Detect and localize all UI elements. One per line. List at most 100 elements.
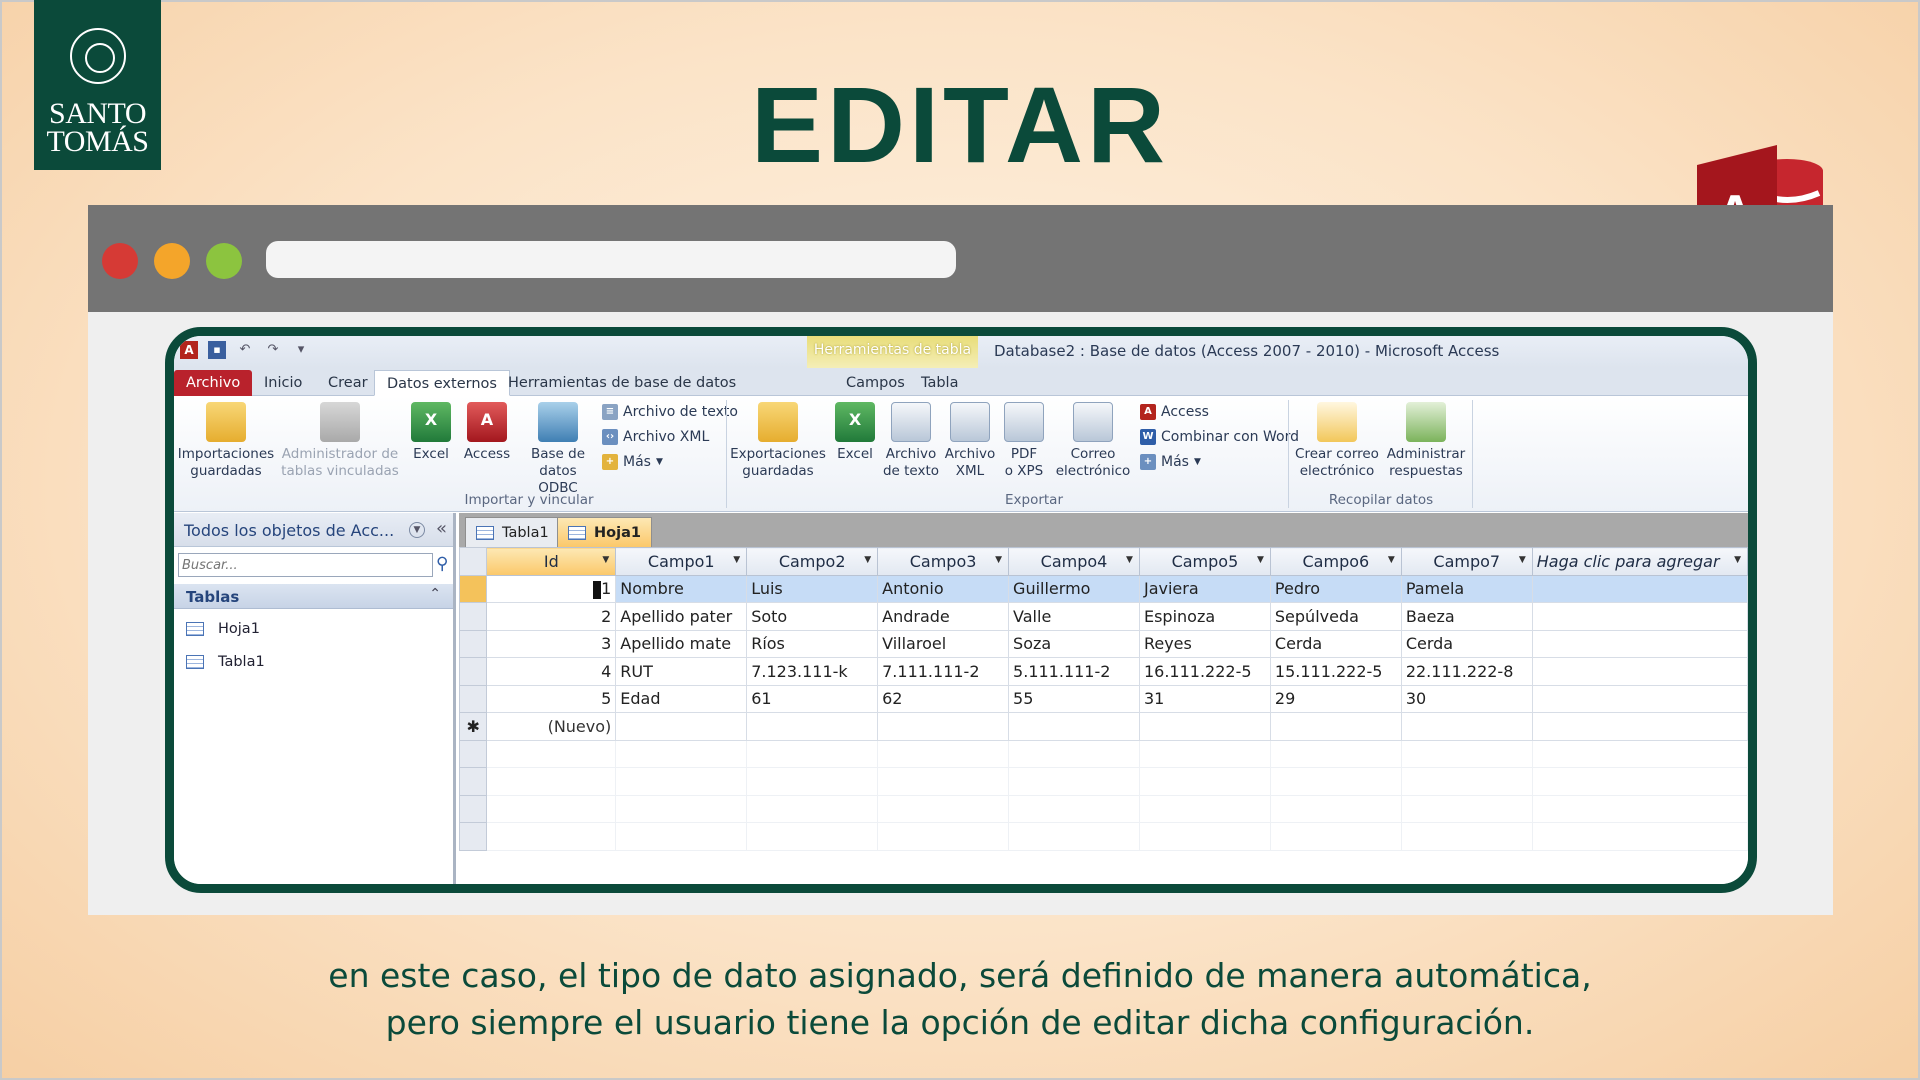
table-cell[interactable]: 5.111.111-2 [1008, 657, 1140, 686]
table-cell[interactable] [1008, 712, 1140, 741]
table-cell[interactable] [746, 712, 879, 741]
table-cell[interactable] [1531, 574, 1748, 603]
import-xml-file-button[interactable]: ‹› Archivo XML [602, 429, 709, 445]
table-cell[interactable] [1531, 657, 1748, 686]
table-cell[interactable]: 62 [877, 684, 1010, 713]
undo-icon[interactable]: ↶ [236, 341, 254, 359]
table-cell[interactable]: 16.111.222-5 [1138, 657, 1271, 686]
id-cell[interactable]: 1 [486, 574, 617, 603]
linked-tables-manager-button[interactable]: Administrador de tablas vinculadas [278, 402, 402, 480]
address-bar[interactable] [266, 241, 956, 278]
new-record-marker[interactable]: ✱ [458, 712, 488, 741]
export-xml-button[interactable]: Archivo XML [944, 402, 996, 480]
new-record-label[interactable]: (Nuevo) [486, 712, 617, 741]
column-header-campo3[interactable]: Campo3 ▼ [877, 547, 1010, 576]
nav-pane-header[interactable]: Todos los objetos de Acc... ▼ « [174, 513, 453, 547]
chevron-down-icon[interactable]: ▼ [864, 555, 871, 565]
table-cell[interactable]: 7.123.111-k [746, 657, 879, 686]
id-cell[interactable]: 4 [486, 657, 617, 686]
chevron-down-icon[interactable]: ▼ [1257, 555, 1264, 565]
table-cell[interactable]: Javiera [1138, 574, 1271, 603]
table-cell[interactable]: Luis [746, 574, 879, 603]
tab-tabla[interactable]: Tabla [909, 370, 970, 396]
manage-replies-button[interactable]: Administrar respuestas [1384, 402, 1468, 480]
id-cell[interactable]: 2 [486, 602, 617, 631]
collapse-pane-icon[interactable]: « [436, 518, 447, 539]
tab-herramientas-bd[interactable]: Herramientas de base de datos [496, 370, 748, 396]
row-selector[interactable] [458, 574, 488, 603]
word-merge-button[interactable]: W Combinar con Word [1140, 429, 1299, 445]
table-cell[interactable]: 30 [1400, 684, 1533, 713]
column-header-campo2[interactable]: Campo2 ▼ [746, 547, 879, 576]
collapse-group-icon[interactable]: ⌃ [429, 586, 441, 602]
table-cell[interactable] [615, 712, 748, 741]
table-cell[interactable]: Cerda [1400, 629, 1533, 658]
chevron-down-icon[interactable]: ▼ [1519, 555, 1526, 565]
table-cell[interactable]: Soza [1008, 629, 1140, 658]
table-cell[interactable]: Espinoza [1138, 602, 1271, 631]
table-cell[interactable]: Nombre [615, 574, 748, 603]
table-cell[interactable]: 7.111.111-2 [877, 657, 1010, 686]
tab-archivo[interactable]: Archivo [174, 370, 253, 396]
minimize-window-button[interactable] [154, 243, 190, 279]
email-export-button[interactable]: Correo electrónico [1052, 402, 1134, 480]
nav-item-tabla1[interactable]: Tabla1 [186, 650, 265, 674]
doc-tab-tabla1[interactable]: Tabla1 [465, 517, 560, 547]
table-cell[interactable] [1138, 712, 1271, 741]
id-cell[interactable]: 3 [486, 629, 617, 658]
column-header-campo6[interactable]: Campo6 ▼ [1269, 547, 1402, 576]
import-text-file-button[interactable]: ≡ Archivo de texto [602, 404, 738, 420]
tab-datos-externos[interactable]: Datos externos [374, 370, 510, 396]
chevron-down-icon[interactable]: ▼ [995, 555, 1002, 565]
tab-inicio[interactable]: Inicio [252, 370, 314, 396]
column-header-campo7[interactable]: Campo7 ▼ [1400, 547, 1533, 576]
table-cell[interactable] [877, 712, 1010, 741]
import-odbc-button[interactable]: Base de datos ODBC [520, 402, 596, 497]
table-cell[interactable]: Valle [1008, 602, 1140, 631]
customize-toolbar-icon[interactable]: ▾ [292, 341, 310, 359]
table-cell[interactable]: Baeza [1400, 602, 1533, 631]
table-cell[interactable]: Cerda [1269, 629, 1402, 658]
column-header-id[interactable]: Id ▼ [486, 547, 617, 576]
row-selector[interactable] [458, 602, 488, 631]
table-cell[interactable] [1269, 712, 1402, 741]
export-pdf-button[interactable]: PDF o XPS [1000, 402, 1048, 480]
table-cell[interactable]: 22.111.222-8 [1400, 657, 1533, 686]
add-field-column-header[interactable]: Haga clic para agregar ▼ [1531, 547, 1748, 576]
maximize-window-button[interactable] [206, 243, 242, 279]
table-cell[interactable]: 29 [1269, 684, 1402, 713]
table-cell[interactable]: Villaroel [877, 629, 1010, 658]
table-cell[interactable] [1400, 712, 1533, 741]
saved-imports-button[interactable]: Importaciones guardadas [176, 402, 276, 480]
table-cell[interactable]: 31 [1138, 684, 1271, 713]
chevron-down-icon[interactable]: ▼ [1126, 555, 1133, 565]
table-cell[interactable] [1531, 602, 1748, 631]
column-header-campo5[interactable]: Campo5 ▼ [1138, 547, 1271, 576]
access-app-icon[interactable]: A [180, 341, 198, 359]
redo-icon[interactable]: ↷ [264, 341, 282, 359]
table-cell[interactable]: Pamela [1400, 574, 1533, 603]
save-icon[interactable]: ▪ [208, 341, 226, 359]
table-cell[interactable]: Apellido pater [615, 602, 748, 631]
table-cell[interactable]: 55 [1008, 684, 1140, 713]
table-cell[interactable]: Guillermo [1008, 574, 1140, 603]
chevron-down-icon[interactable]: ▼ [733, 555, 740, 565]
nav-item-hoja1[interactable]: Hoja1 [186, 617, 260, 641]
table-cell[interactable] [1531, 712, 1748, 741]
table-cell[interactable]: 61 [746, 684, 879, 713]
close-window-button[interactable] [102, 243, 138, 279]
doc-tab-hoja1[interactable]: Hoja1 [557, 517, 652, 547]
table-cell[interactable]: Apellido mate [615, 629, 748, 658]
nav-menu-chevron-icon[interactable]: ▼ [409, 522, 425, 538]
select-all-corner[interactable] [458, 547, 488, 576]
table-cell[interactable] [1531, 684, 1748, 713]
table-cell[interactable] [1531, 629, 1748, 658]
table-cell[interactable]: 15.111.222-5 [1269, 657, 1402, 686]
import-more-button[interactable]: + Más ▼ [602, 454, 663, 470]
chevron-down-icon[interactable]: ▼ [1388, 555, 1395, 565]
table-cell[interactable]: Andrade [877, 602, 1010, 631]
tab-campos[interactable]: Campos [834, 370, 917, 396]
table-cell[interactable]: RUT [615, 657, 748, 686]
export-excel-button[interactable]: X Excel [830, 402, 880, 463]
column-header-campo4[interactable]: Campo4 ▼ [1008, 547, 1140, 576]
